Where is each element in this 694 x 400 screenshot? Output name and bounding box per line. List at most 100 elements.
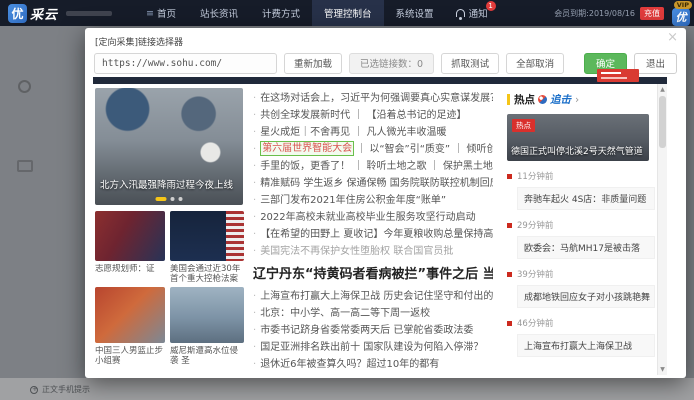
scroll-down-icon[interactable]: ▼ (658, 366, 667, 373)
reload-button[interactable]: 重新加载 (284, 53, 342, 74)
headline-link[interactable]: · 国足亚洲排名跌出前十 国家队建设为何陷入停滞？ (253, 339, 493, 356)
yellow-bar-icon (507, 94, 510, 105)
headline-link[interactable]: · 市委书记跻身省委常委两天后 已掌舵省委政法委 (253, 322, 493, 339)
scrollbar-thumb[interactable] (659, 96, 666, 148)
scroll-up-icon[interactable]: ▲ (658, 86, 667, 93)
hot-story-item[interactable]: 39分钟前 成都地铁回应女子对小孩跳艳舞 (507, 268, 655, 308)
hot-sidebar-header[interactable]: 热点 追击 › (507, 92, 655, 107)
nav-item[interactable]: ≡ 管理控制台 (312, 0, 384, 26)
page-scrollbar[interactable]: ▲ ▼ (657, 84, 667, 375)
time-label: 29分钟前 (517, 219, 553, 231)
hot-story-image[interactable]: 热点 德国正式叫停北溪2号天然气管道 (507, 114, 649, 161)
tile-caption: 美国会通过近30年首个重大控枪法案 (170, 264, 244, 284)
headline-text: 市委书记跻身省委常委两天后 已掌舵省委政法委 (260, 322, 473, 339)
bullet-icon: · (253, 90, 256, 107)
headline-text: 星火成炬｜不舍再见 ｜ 凡人微光丰收温暖 (260, 124, 446, 141)
promo-banner[interactable] (597, 69, 639, 82)
carousel-dots[interactable] (154, 197, 185, 201)
grab-test-button[interactable]: 抓取测试 (441, 53, 499, 74)
hot-story-item[interactable]: 29分钟前 欧委会：马航MH17是被击落 (507, 219, 655, 259)
photo-tile[interactable]: 志愿规划师：证 (95, 211, 165, 284)
nav-item[interactable]: ≡ 系统设置 (384, 0, 446, 26)
carousel-dot[interactable] (179, 197, 183, 201)
nav-menu: ≡ 首页 ≡ 站长资讯 ≡ 计费方式 ≡ 管理控制台 ≡ 系统设置 (134, 0, 446, 26)
hamburger-icon: ≡ (146, 8, 154, 19)
hot-story-item[interactable]: 46分钟前 上海宣布打赢大上海保卫战 (507, 317, 655, 357)
bullet-icon: · (253, 322, 256, 339)
nav-item[interactable]: ≡ 站长资讯 (188, 0, 250, 26)
membership-expiry-text: 会员到期:2019/08/16 (554, 8, 635, 19)
time-label: 39分钟前 (517, 268, 553, 280)
headline-link[interactable]: · 手里的饭，更香了！ ｜ 聆听土地之歌 ｜ 保护黑土地就是保护每个… (253, 158, 493, 175)
nav-item[interactable]: ≡ 计费方式 (250, 0, 312, 26)
hot-tag: 热点 (512, 119, 535, 132)
headline-link[interactable]: · 共创全球发展新时代 ｜ 【沿着总书记的足迹】 (253, 107, 493, 124)
sidebar-title-a: 热点 (514, 92, 535, 107)
headline-link[interactable]: · 【在希望的田野上 夏收记】今年夏粮收购总量保持高水平 (253, 226, 493, 243)
headline-link[interactable]: · 上海宣布打赢大上海保卫战 历史会记住坚守和付出的所有人 (253, 288, 493, 305)
headline-text: 手里的饭，更香了！ ｜ 聆听土地之歌 ｜ 保护黑土地就是保护每个… (260, 158, 493, 175)
hot-story-text: 成都地铁回应女子对小孩跳艳舞 (517, 285, 655, 308)
headline-text: 在这场对话会上，习近平为何强调要真心实意谋发展？ (260, 90, 493, 107)
headline-link[interactable]: · 三部门发布2021年住房公积金年度“账单” (253, 192, 493, 209)
bullet-icon: · (253, 356, 256, 373)
hot-story-list: 11分钟前 奔驰车起火 4S店：非质量问题 29分钟前 欧委会：马航MH17是被… (507, 170, 655, 357)
sidebar-title-b: 追击 (550, 92, 571, 107)
close-icon[interactable]: × (667, 30, 678, 45)
tile-image (170, 211, 244, 261)
tile-image (95, 287, 165, 343)
selected-link-highlight[interactable]: 第六届世界智能大会 (260, 141, 354, 156)
headline-link[interactable]: · 在这场对话会上，习近平为何强调要真心实意谋发展？ (253, 90, 493, 107)
headline-link[interactable]: · 2022年高校未就业高校毕业生服务攻坚行动启动 (253, 209, 493, 226)
app-logo[interactable]: 优 (8, 4, 27, 23)
cancel-all-button[interactable]: 全部取消 (506, 53, 564, 74)
hotspot-icon (538, 95, 547, 104)
time-label: 46分钟前 (517, 317, 553, 329)
tile-caption: 志愿规划师：证 (95, 264, 165, 284)
hot-story-item[interactable]: 11分钟前 奔驰车起火 4S店：非质量问题 (507, 170, 655, 210)
notifications-button[interactable]: 通知 1 (446, 0, 498, 26)
headline-text: 精准赋码 学生返乡 保通保畅 国务院联防联控机制回应 (260, 175, 493, 192)
bullet-icon: · (253, 288, 256, 305)
embedded-page-topbar (93, 77, 667, 84)
exit-button[interactable]: 退出 (634, 53, 677, 74)
bullet-icon: · (253, 141, 256, 158)
nav-item[interactable]: ≡ 首页 (134, 0, 188, 26)
carousel-dot-active[interactable] (156, 197, 167, 201)
top-navbar: 优 采云 ≡ 首页 ≡ 站长资讯 ≡ 计费方式 ≡ 管理控制台 (0, 0, 694, 26)
red-square-icon (507, 223, 512, 228)
hot-story-text: 奔驰车起火 4S店：非质量问题 (517, 187, 655, 210)
photo-tile[interactable]: 威尼斯遭高水位侵袭 圣 (170, 287, 244, 366)
headline-link[interactable]: · 退休近6年被查算久吗？超过10年的都有 (253, 356, 493, 373)
dimmed-icon-box (17, 160, 33, 172)
tile-caption: 威尼斯遭高水位侵袭 圣 (170, 346, 244, 366)
carousel-dot[interactable] (171, 197, 175, 201)
headline-link[interactable]: · 星火成炬｜不舍再见 ｜ 凡人微光丰收温暖 (253, 124, 493, 141)
headline-link[interactable]: · 辽宁丹东“持黄码者看病被拦”事件之后 当地12345回应 (253, 265, 493, 285)
headline-link[interactable]: · 美国宪法不再保护女性堕胎权 联合国官员批 (253, 243, 493, 260)
bullet-icon: · (253, 175, 256, 192)
app-logo-script: 采云 (30, 4, 58, 23)
nav-item-label: 管理控制台 (324, 6, 372, 20)
bell-icon (456, 9, 465, 17)
vip-logo[interactable]: VIP 优 (666, 1, 692, 25)
red-square-icon (507, 174, 512, 179)
headline-link[interactable]: · 精准赋码 学生返乡 保通保畅 国务院联防联控机制回应 (253, 175, 493, 192)
headline-link[interactable]: · 北京：中小学、高一高二等下周一返校 (253, 305, 493, 322)
bullet-icon: · (253, 192, 256, 209)
photo-tile[interactable]: 中国三人男篮止步小组赛 (95, 287, 165, 366)
headline-text: 【在希望的田野上 夏收记】今年夏粮收购总量保持高水平 (260, 226, 493, 243)
nav-item-label: 系统设置 (396, 6, 434, 20)
bullet-icon: · (253, 158, 256, 175)
recharge-button[interactable]: 充值 (640, 7, 664, 20)
bullet-icon: · (253, 107, 256, 124)
url-input[interactable] (94, 53, 277, 74)
bullet-icon: · (253, 209, 256, 226)
headline-text: ｜ 以“智会”引“质变” ｜ 倾听创新的律动 (356, 141, 493, 158)
photo-tiles: 志愿规划师：证 美国会通过近30年首个重大控枪法案 中国三人男篮止步小组赛 (95, 211, 243, 366)
hero-carousel[interactable]: 北方入汛最强降雨过程今夜上线 (95, 88, 243, 205)
photo-tile[interactable]: 美国会通过近30年首个重大控枪法案 (170, 211, 244, 284)
hot-story-caption: 德国正式叫停北溪2号天然气管道 (511, 144, 643, 157)
account-area: 会员到期:2019/08/16 充值 (554, 7, 664, 20)
headline-link[interactable]: · 第六届世界智能大会 ｜ 以“智会”引“质变” ｜ 倾听创新的律动 (253, 141, 493, 158)
